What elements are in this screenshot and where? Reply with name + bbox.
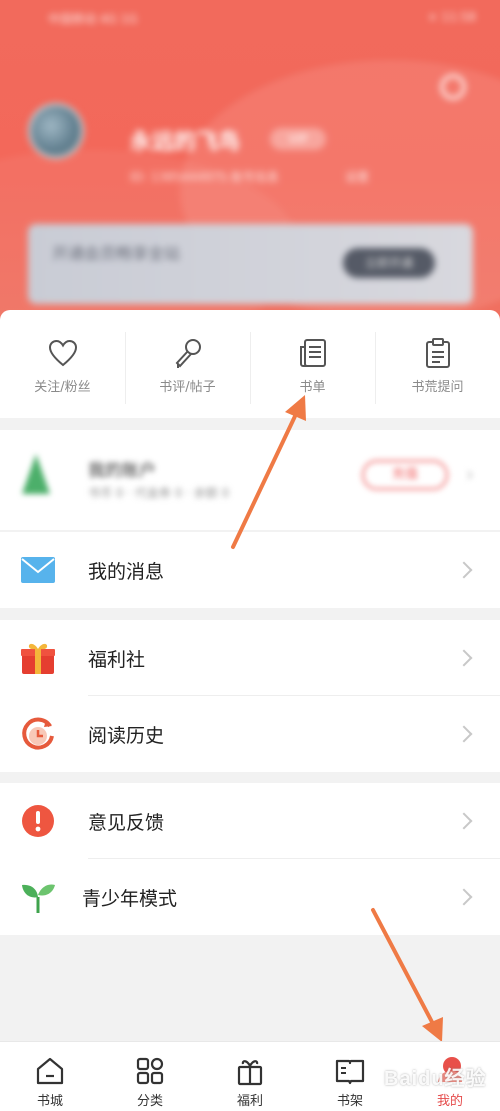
heart-icon bbox=[46, 336, 80, 370]
menu-label: 阅读历史 bbox=[88, 724, 165, 747]
menu-label: 福利社 bbox=[88, 648, 146, 671]
recharge-button[interactable]: 充值 bbox=[362, 460, 448, 490]
menu-label: 青少年模式 bbox=[82, 887, 178, 910]
avatar[interactable] bbox=[28, 103, 84, 159]
chevron-right-icon bbox=[455, 561, 473, 579]
quick-label: 书荒提问 bbox=[411, 380, 464, 395]
tab-bookstore[interactable]: 书城 bbox=[0, 1042, 100, 1111]
chevron-right-icon bbox=[455, 888, 473, 906]
quick-booklist[interactable]: 书单 bbox=[250, 310, 375, 418]
tree-icon bbox=[22, 454, 50, 494]
menu-item-history[interactable]: 阅读历史 bbox=[0, 696, 500, 772]
quick-label: 书评/帖子 bbox=[159, 380, 216, 395]
booklist-icon bbox=[296, 336, 330, 370]
settings-icon[interactable] bbox=[440, 74, 466, 100]
menu-group-settings: 意见反馈 青少年模式 bbox=[0, 783, 500, 935]
menu-item-youth-mode[interactable]: 青少年模式 bbox=[0, 859, 500, 935]
quick-links: 关注/粉丝 书评/帖子 书单 书荒提问 bbox=[0, 310, 500, 418]
exclamation-icon bbox=[20, 803, 56, 839]
menu-label: 我的消息 bbox=[88, 560, 165, 583]
quick-book-request[interactable]: 书荒提问 bbox=[375, 310, 500, 418]
tab-label: 分类 bbox=[136, 1094, 163, 1109]
grid-icon bbox=[134, 1056, 166, 1086]
vip-open-button[interactable]: 立即开通 bbox=[343, 248, 435, 278]
envelope-icon bbox=[20, 552, 56, 588]
quick-reviews-posts[interactable]: 书评/帖子 bbox=[125, 310, 250, 418]
quick-follow-fans[interactable]: 关注/粉丝 bbox=[0, 310, 125, 418]
chevron-right-icon: › bbox=[466, 462, 474, 486]
tab-welfare[interactable]: 福利 bbox=[200, 1042, 300, 1111]
user-badge: VIP bbox=[270, 128, 326, 150]
user-sub-link[interactable]: 设置 bbox=[345, 168, 369, 185]
tab-category[interactable]: 分类 bbox=[100, 1042, 200, 1111]
clock-history-icon bbox=[20, 716, 56, 752]
home-icon bbox=[34, 1056, 66, 1086]
menu-label: 意见反馈 bbox=[88, 811, 165, 834]
chevron-right-icon bbox=[455, 812, 473, 830]
vip-banner-text: 开通会员畅享全站 bbox=[52, 244, 181, 263]
account-subtitle: 书币 0 · 代金券 0 · 余额 0 bbox=[88, 486, 230, 500]
tab-label: 书架 bbox=[336, 1094, 363, 1109]
bookshelf-icon bbox=[334, 1056, 366, 1086]
tab-label: 福利 bbox=[236, 1094, 263, 1109]
chevron-right-icon bbox=[455, 649, 473, 667]
clipboard-icon bbox=[421, 336, 455, 370]
menu-item-messages[interactable]: 我的消息 bbox=[0, 532, 500, 608]
quick-label: 书单 bbox=[299, 380, 326, 395]
profile-header: 中国移动 4G 1G × 11:58 永远的飞鸟 VIP ID: 1385444… bbox=[0, 0, 500, 320]
tab-label: 我的 bbox=[436, 1094, 463, 1109]
tab-label: 书城 bbox=[36, 1094, 63, 1109]
account-card[interactable]: 我的账户 书币 0 · 代金券 0 · 余额 0 充值 › bbox=[0, 430, 500, 530]
menu-item-feedback[interactable]: 意见反馈 bbox=[0, 783, 500, 859]
gift-icon bbox=[20, 640, 56, 676]
quick-label: 关注/粉丝 bbox=[34, 380, 91, 395]
status-right: × 11:58 bbox=[427, 10, 476, 24]
account-title: 我的账户 bbox=[88, 461, 156, 481]
menu-group-welfare: 福利社 阅读历史 bbox=[0, 620, 500, 772]
sprout-icon bbox=[20, 879, 56, 915]
watermark: Baidu经验 bbox=[384, 1068, 487, 1090]
chevron-right-icon bbox=[455, 725, 473, 743]
username[interactable]: 永远的飞鸟 bbox=[130, 124, 240, 156]
status-carrier: 中国移动 4G 1G bbox=[48, 12, 138, 26]
menu-item-welfare[interactable]: 福利社 bbox=[0, 620, 500, 696]
menu-group-messages: 我的消息 bbox=[0, 532, 500, 608]
gift-box-icon bbox=[234, 1056, 266, 1086]
microphone-icon bbox=[171, 336, 205, 370]
user-subtitle: ID: 1385444975 账号信息 bbox=[130, 170, 279, 184]
